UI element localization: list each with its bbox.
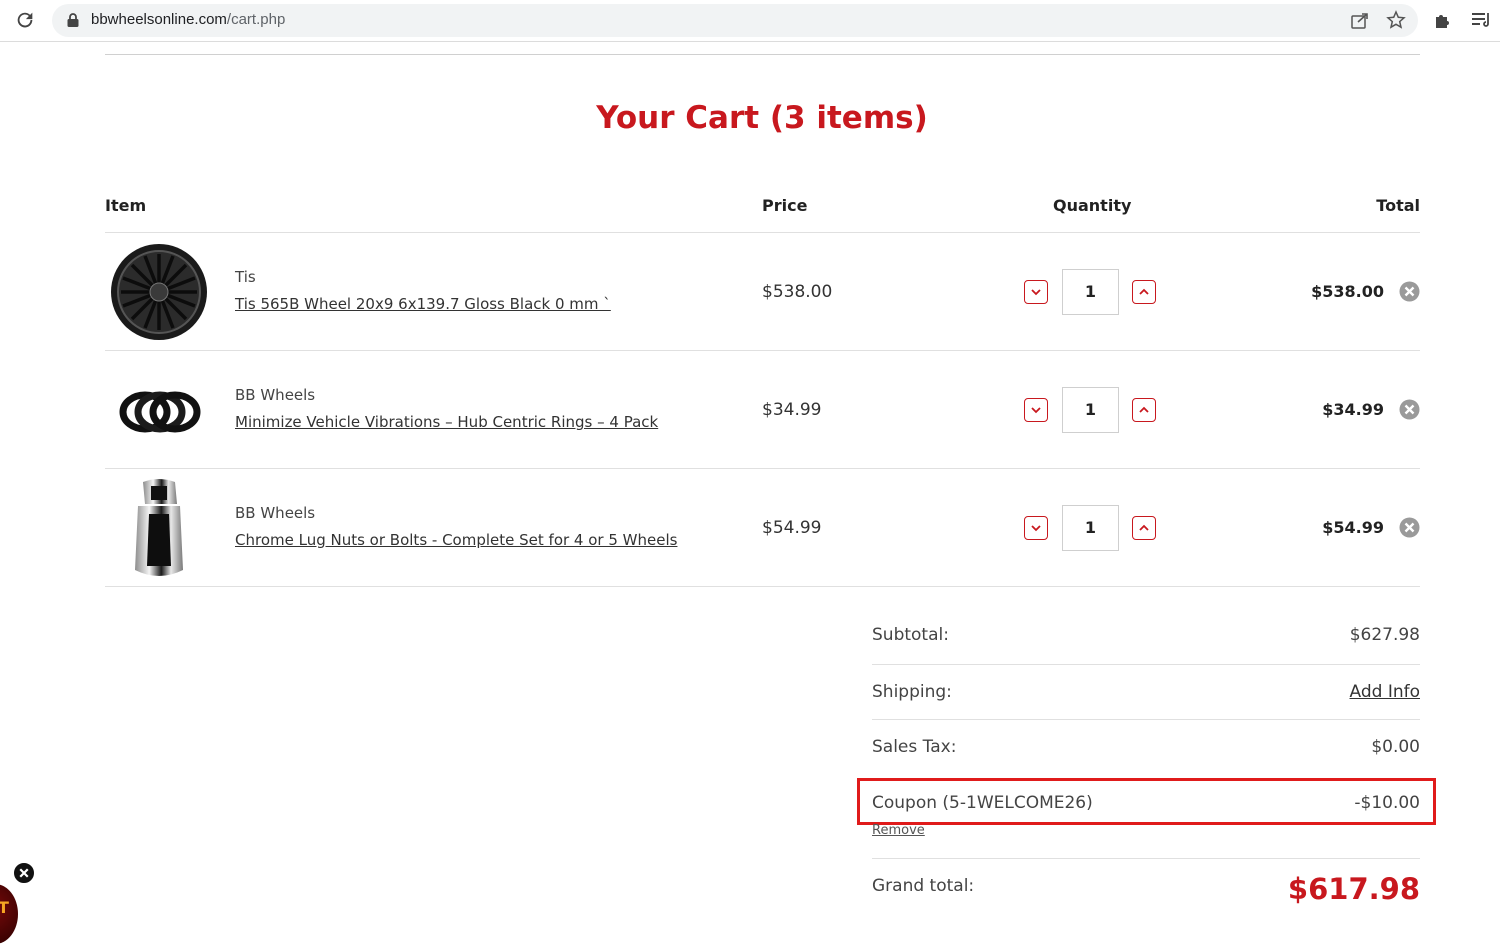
- sales-tax-value: $0.00: [1371, 737, 1420, 757]
- summary-divider: [872, 719, 1420, 720]
- grand-total-label: Grand total:: [872, 876, 975, 896]
- subtotal-label: Subtotal:: [872, 625, 949, 645]
- cart-row: Tis Tis 565B Wheel 20x9 6x139.7 Gloss Bl…: [105, 233, 1420, 351]
- shipping-label: Shipping:: [872, 682, 952, 702]
- quantity-decrease-button[interactable]: [1024, 398, 1048, 422]
- chrome-lug-nut-image[interactable]: [105, 474, 213, 582]
- browser-toolbar: bbwheelsonline.com/cart.php: [0, 0, 1500, 42]
- row-total: $54.99: [1322, 518, 1384, 537]
- quantity-increase-button[interactable]: [1132, 398, 1156, 422]
- product-link[interactable]: Minimize Vehicle Vibrations – Hub Centri…: [235, 413, 658, 431]
- remove-item-icon[interactable]: [1399, 281, 1420, 302]
- header-price: Price: [762, 196, 808, 215]
- star-icon[interactable]: [1386, 10, 1406, 30]
- coupon-label: Coupon (5-1WELCOME26): [872, 793, 1093, 813]
- reload-icon[interactable]: [14, 9, 36, 31]
- hub-rings-image[interactable]: [105, 356, 213, 464]
- unit-price: $34.99: [762, 400, 822, 420]
- extensions-icon[interactable]: [1433, 10, 1453, 30]
- product-brand: Tis: [235, 268, 256, 286]
- summary-divider: [872, 858, 1420, 859]
- sales-tax-label: Sales Tax:: [872, 737, 957, 757]
- quantity-decrease-icon: [1031, 407, 1041, 414]
- header-total: Total: [1376, 196, 1420, 215]
- cart-row: BB Wheels Chrome Lug Nuts or Bolts - Com…: [105, 469, 1420, 587]
- quantity-decrease-button[interactable]: [1024, 280, 1048, 304]
- unit-price: $54.99: [762, 518, 822, 538]
- remove-item-icon[interactable]: [1399, 517, 1420, 538]
- top-divider: [105, 54, 1420, 55]
- url-path: /cart.php: [226, 11, 286, 28]
- product-link[interactable]: Tis 565B Wheel 20x9 6x139.7 Gloss Black …: [235, 295, 611, 313]
- quantity-increase-icon: [1139, 288, 1149, 295]
- quantity-input[interactable]: 1: [1062, 505, 1119, 551]
- grand-total-value: $617.98: [1287, 872, 1420, 906]
- close-widget-icon[interactable]: [12, 861, 36, 885]
- summary-divider: [872, 664, 1420, 665]
- reading-list-icon[interactable]: [1470, 10, 1492, 30]
- shipping-add-info-link[interactable]: Add Info: [1350, 682, 1421, 702]
- product-brand: BB Wheels: [235, 504, 316, 522]
- share-icon[interactable]: [1350, 11, 1370, 31]
- header-item: Item: [105, 196, 147, 215]
- chat-widget-logo: T: [0, 898, 9, 917]
- quantity-input[interactable]: 1: [1062, 269, 1119, 315]
- quantity-increase-button[interactable]: [1132, 516, 1156, 540]
- cart-row: BB Wheels Minimize Vehicle Vibrations – …: [105, 351, 1420, 469]
- header-quantity: Quantity: [1053, 196, 1132, 215]
- quantity-decrease-icon: [1031, 525, 1041, 532]
- quantity-increase-icon: [1139, 406, 1149, 413]
- url-text: bbwheelsonline.com/cart.php: [91, 11, 285, 28]
- row-total: $538.00: [1311, 282, 1384, 301]
- quantity-increase-icon: [1139, 524, 1149, 531]
- product-brand: BB Wheels: [235, 386, 316, 404]
- quantity-decrease-icon: [1031, 289, 1041, 296]
- black-wheel-image[interactable]: [105, 238, 213, 346]
- lock-icon: [67, 13, 79, 27]
- quantity-decrease-button[interactable]: [1024, 516, 1048, 540]
- page-title: Your Cart (3 items): [596, 100, 928, 136]
- row-total: $34.99: [1322, 400, 1384, 419]
- quantity-input[interactable]: 1: [1062, 387, 1119, 433]
- coupon-value: -$10.00: [1354, 793, 1420, 813]
- remove-item-icon[interactable]: [1399, 399, 1420, 420]
- product-link[interactable]: Chrome Lug Nuts or Bolts - Complete Set …: [235, 531, 677, 549]
- quantity-increase-button[interactable]: [1132, 280, 1156, 304]
- address-bar[interactable]: bbwheelsonline.com/cart.php: [52, 4, 1418, 37]
- subtotal-value: $627.98: [1349, 625, 1420, 645]
- unit-price: $538.00: [762, 282, 833, 302]
- url-host: bbwheelsonline.com: [91, 11, 227, 28]
- coupon-remove-link[interactable]: Remove: [872, 823, 925, 838]
